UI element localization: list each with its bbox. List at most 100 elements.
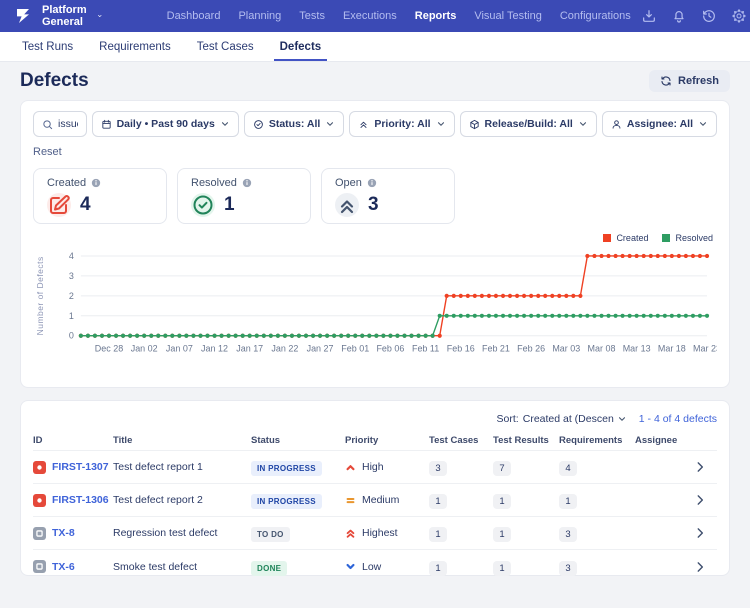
- legend-label: Resolved: [675, 233, 713, 243]
- priority-high-icon: [345, 462, 356, 473]
- row-expand-chevron-icon[interactable]: [693, 460, 707, 474]
- pagination-info: 1 - 4 of 4 defects: [639, 413, 717, 425]
- column-header-test-results: Test Results: [493, 435, 559, 446]
- priority-label: High: [362, 461, 384, 473]
- row-expand-chevron-icon[interactable]: [693, 560, 707, 574]
- legend-created: Created: [603, 232, 648, 244]
- filter-priority-dropdown[interactable]: Priority: All: [349, 111, 454, 137]
- defect-title: Regression test defect: [113, 527, 251, 539]
- filter-release-dropdown[interactable]: Release/Build: All: [460, 111, 597, 137]
- column-header-id: ID: [33, 435, 113, 446]
- nav-item-visual-testing[interactable]: Visual Testing: [474, 10, 541, 22]
- report-tabs: Test Runs Requirements Test Cases Defects: [0, 32, 750, 62]
- svg-text:Mar 23: Mar 23: [693, 344, 717, 354]
- filter-bar: Daily • Past 90 days Status: All Priorit…: [33, 111, 717, 137]
- svg-text:Dec 28: Dec 28: [95, 344, 123, 354]
- status-badge: DONE: [251, 561, 287, 576]
- tab-test-cases[interactable]: Test Cases: [197, 32, 254, 61]
- top-navbar: Platform General Dashboard Planning Tests E…: [0, 0, 750, 32]
- test-results-count: 1: [493, 561, 511, 576]
- history-icon[interactable]: [701, 8, 717, 24]
- priority-icon: [358, 119, 369, 130]
- svg-text:Mar 13: Mar 13: [623, 344, 651, 354]
- tab-test-runs[interactable]: Test Runs: [22, 32, 73, 61]
- edit-icon: [47, 193, 71, 217]
- defects-report-card: Daily • Past 90 days Status: All Priorit…: [20, 100, 730, 388]
- nav-item-tests[interactable]: Tests: [299, 10, 325, 22]
- row-expand-chevron-icon[interactable]: [693, 493, 707, 507]
- tab-requirements[interactable]: Requirements: [99, 32, 171, 61]
- search-input[interactable]: [58, 118, 78, 130]
- nav-item-dashboard[interactable]: Dashboard: [167, 10, 221, 22]
- info-icon[interactable]: [91, 178, 101, 188]
- filter-status-dropdown[interactable]: Status: All: [244, 111, 345, 137]
- chevron-down-icon: [578, 119, 588, 129]
- filter-label: Assignee: All: [627, 118, 693, 130]
- nav-item-configurations[interactable]: Configurations: [560, 10, 631, 22]
- info-icon[interactable]: [367, 178, 377, 188]
- priority-label: Low: [362, 561, 381, 573]
- column-header-assignee: Assignee: [635, 435, 693, 446]
- defects-table-card: Sort: Created at (Descen 1 - 4 of 4 defe…: [20, 400, 730, 576]
- nav-item-planning[interactable]: Planning: [238, 10, 281, 22]
- filter-assignee-dropdown[interactable]: Assignee: All: [602, 111, 717, 137]
- stat-cards: Created 4 Resolved 1 Open 3: [33, 168, 717, 224]
- legend-label: Created: [616, 233, 648, 243]
- defect-id-link[interactable]: TX-6: [52, 561, 75, 573]
- filter-label: Priority: All: [374, 118, 430, 130]
- svg-text:3: 3: [69, 271, 74, 281]
- requirements-count: 1: [559, 494, 577, 509]
- svg-text:Jan 17: Jan 17: [236, 344, 263, 354]
- settings-icon[interactable]: [731, 8, 747, 24]
- filter-calendar-dropdown[interactable]: Daily • Past 90 days: [92, 111, 239, 137]
- defect-title: Test defect report 2: [113, 494, 251, 506]
- stat-card-open: Open 3: [321, 168, 455, 224]
- stat-card-resolved: Resolved 1: [177, 168, 311, 224]
- stat-label: Open: [335, 177, 362, 189]
- page-header: Defects Refresh: [0, 62, 750, 100]
- table-row[interactable]: TX-8 Regression test defect TO DO Highes…: [33, 517, 717, 550]
- filter-label: Release/Build: All: [485, 118, 573, 130]
- svg-text:4: 4: [69, 251, 74, 261]
- sort-dropdown[interactable]: Created at (Descen: [523, 413, 627, 425]
- nav-item-reports[interactable]: Reports: [415, 10, 457, 22]
- chart-legend: Created Resolved: [33, 232, 717, 244]
- navbar-actions: T: [641, 7, 750, 25]
- defect-id-link[interactable]: TX-8: [52, 527, 75, 539]
- status-icon: [253, 119, 264, 130]
- table-row[interactable]: FIRST-1307 Test defect report 1 IN PROGR…: [33, 451, 717, 484]
- app-logo-icon: [14, 7, 32, 25]
- chevron-down-icon: [617, 414, 627, 424]
- defect-id-link[interactable]: FIRST-1307: [52, 461, 109, 473]
- defect-id-link[interactable]: FIRST-1306: [52, 494, 109, 506]
- row-expand-chevron-icon[interactable]: [693, 526, 707, 540]
- tab-defects[interactable]: Defects: [280, 32, 322, 61]
- stat-value: 1: [224, 194, 235, 216]
- nav-item-executions[interactable]: Executions: [343, 10, 397, 22]
- stat-value: 4: [80, 194, 91, 216]
- requirements-count: 3: [559, 561, 577, 576]
- chevron-down-icon: [698, 119, 708, 129]
- chart-plot-area: 01234Dec 28Jan 02Jan 07Jan 12Jan 17Jan 2…: [33, 244, 717, 371]
- svg-text:Number of Defects: Number of Defects: [35, 256, 45, 335]
- svg-text:0: 0: [69, 331, 74, 341]
- refresh-button[interactable]: Refresh: [649, 70, 730, 92]
- stat-value: 3: [368, 194, 379, 216]
- bell-icon[interactable]: [671, 8, 687, 24]
- info-icon[interactable]: [242, 178, 252, 188]
- column-header-test-cases: Test Cases: [429, 435, 493, 446]
- refresh-icon: [660, 75, 672, 87]
- test-cases-count: 1: [429, 494, 447, 509]
- table-row[interactable]: TX-6 Smoke test defect DONE Low 1 1 3: [33, 550, 717, 583]
- assignee-icon: [611, 119, 622, 130]
- svg-text:Feb 11: Feb 11: [412, 344, 439, 354]
- requirements-count: 4: [559, 461, 577, 476]
- download-icon[interactable]: [641, 8, 657, 24]
- table-row[interactable]: FIRST-1306 Test defect report 2 IN PROGR…: [33, 484, 717, 517]
- line-chart-svg: 01234Dec 28Jan 02Jan 07Jan 12Jan 17Jan 2…: [33, 244, 717, 366]
- search-box[interactable]: [33, 111, 87, 137]
- clock-check-icon: [191, 193, 215, 217]
- bug-type-icon: [33, 461, 46, 474]
- reset-filters-link[interactable]: Reset: [33, 146, 62, 158]
- project-selector[interactable]: Platform General: [42, 4, 103, 28]
